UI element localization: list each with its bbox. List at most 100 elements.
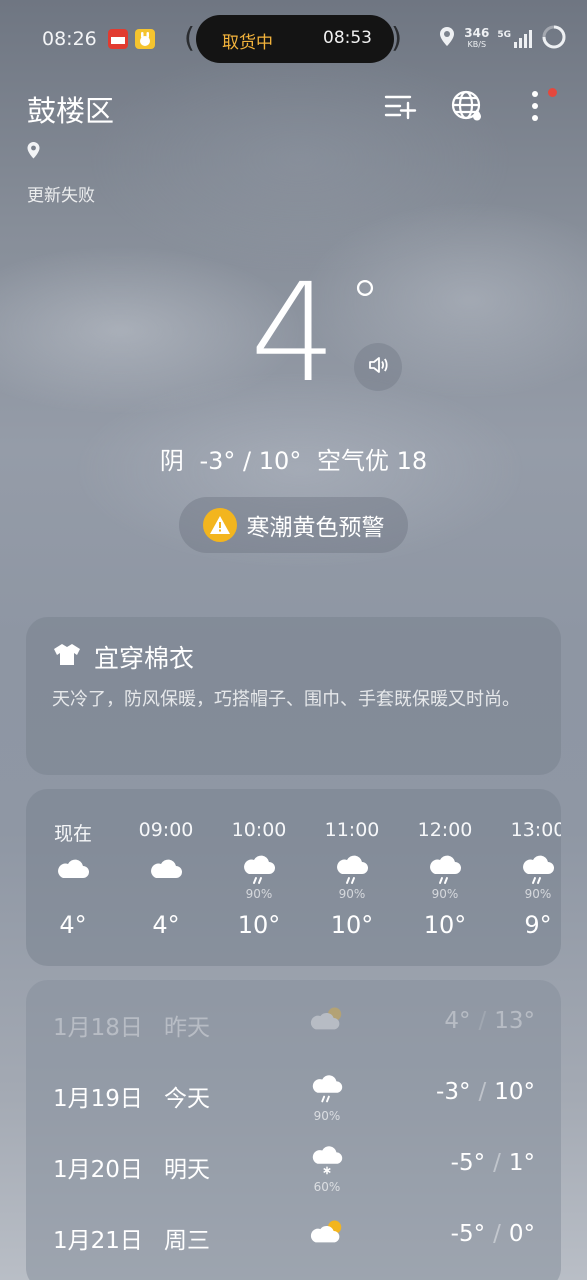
hourly-precip: 90%: [245, 887, 273, 901]
city-name[interactable]: 鼓楼区: [27, 88, 114, 130]
daily-date: 1月18日: [53, 1015, 143, 1041]
temp-separator: /: [493, 1150, 501, 1176]
daily-high: 13°: [494, 1008, 535, 1034]
rain-icon: [425, 854, 465, 886]
location-status-icon: [438, 26, 456, 52]
warning-text: 寒潮黄色预警: [246, 515, 385, 541]
hourly-time: 现在: [53, 823, 92, 845]
net-type: 5G: [497, 30, 511, 40]
cloud-icon: [146, 854, 186, 886]
hourly-time: 13:00: [510, 819, 561, 841]
bunny-app-icon: [135, 29, 155, 49]
daily-low: -5°: [450, 1150, 486, 1176]
daily-day-name: 明天: [164, 1157, 210, 1183]
more-icon: [531, 90, 539, 126]
partly-cloudy-icon: [308, 1215, 346, 1247]
daily-low: -5°: [450, 1221, 486, 1247]
notification-dot: [548, 88, 557, 97]
location-pin-icon: [26, 141, 41, 164]
cloud-icon: [53, 854, 93, 886]
hourly-precip: 90%: [338, 887, 366, 901]
daily-day-name: 今天: [164, 1086, 210, 1112]
daily-date: 1月21日: [53, 1228, 143, 1254]
dressing-description: 天冷了，防风保暖，巧搭帽子、围巾、手套既保暖又时尚。: [52, 689, 520, 710]
temp-separator: /: [478, 1079, 487, 1105]
status-time: 08:26: [42, 28, 97, 50]
net-speed-value: 346: [464, 26, 490, 40]
globe-button[interactable]: [447, 88, 487, 128]
hourly-temp: 9°: [524, 911, 552, 939]
hourly-time: 12:00: [417, 819, 473, 841]
hourly-temp: 10°: [330, 911, 374, 939]
daily-low: -3°: [436, 1079, 471, 1105]
add-city-icon: [383, 92, 417, 124]
daily-high: 0°: [508, 1221, 535, 1247]
island-right-bracket: ): [391, 21, 402, 54]
condition: 阴: [159, 447, 184, 475]
net-speed-unit: KB/S: [467, 40, 487, 49]
daily-high: 10°: [494, 1079, 535, 1105]
hourly-temp: 4°: [152, 911, 180, 939]
add-city-button[interactable]: [380, 88, 420, 128]
news-app-icon: [108, 29, 128, 49]
speaker-icon: [366, 353, 390, 381]
temp-separator: /: [478, 1008, 487, 1034]
dressing-title: 宜穿棉衣: [94, 644, 195, 673]
daily-forecast[interactable]: 1月18日 昨天 4° / 13° 1月19日 今天 90% -3° / 10° 1月20日 明天 60%…: [26, 980, 561, 1280]
dressing-title-row: 宜穿棉衣: [52, 639, 194, 675]
partly-cloudy-icon: [308, 1002, 346, 1034]
daily-temps: 4° / 13°: [444, 1008, 535, 1034]
net-speed: 346 KB/S: [464, 26, 490, 50]
globe-icon: [450, 89, 484, 127]
island-time: 08:53: [323, 28, 372, 48]
rain-icon: [518, 854, 558, 886]
battery-ring-icon: [541, 24, 567, 54]
daily-temps: -5° / 0°: [451, 1221, 535, 1247]
degree-symbol: °: [350, 268, 380, 338]
daily-precip: 90%: [313, 1109, 341, 1123]
temp-separator: /: [493, 1221, 501, 1247]
shirt-icon: [52, 642, 82, 672]
hourly-forecast[interactable]: 现在 4° 09:00 4° 10:00 90% 10° 11:00 90% 10° 12:00 90…: [26, 789, 561, 966]
status-indicators: 346 KB/S 5G: [438, 24, 567, 54]
daily-low: 4°: [444, 1008, 471, 1034]
update-status: 更新失败: [27, 186, 95, 206]
rain-icon: [332, 854, 372, 886]
rain-icon: [308, 1073, 346, 1105]
rain-icon: [239, 854, 279, 886]
hourly-temp: 4°: [59, 911, 87, 939]
daily-row[interactable]: 1月19日 今天 90% -3° / 10°: [26, 1063, 561, 1133]
current-temperature: 4: [250, 255, 337, 413]
daily-row[interactable]: 1月18日 昨天 4° / 13°: [26, 992, 561, 1062]
daily-temps: -5° / 1°: [451, 1150, 535, 1176]
island-pill: 取货中 08:53: [196, 15, 394, 63]
daily-day-name: 周三: [164, 1228, 210, 1254]
daily-day-name: 昨天: [164, 1015, 210, 1041]
voice-broadcast-button[interactable]: [354, 343, 402, 391]
daily-date: 1月20日: [53, 1157, 143, 1183]
dressing-card[interactable]: 宜穿棉衣 天冷了，防风保暖，巧搭帽子、围巾、手套既保暖又时尚。: [26, 617, 561, 775]
warning-icon: [202, 508, 237, 542]
weather-warning-badge[interactable]: 寒潮黄色预警: [179, 497, 408, 553]
daily-temps: -3° / 10°: [436, 1079, 535, 1105]
hourly-time: 09:00: [138, 819, 194, 841]
daily-row[interactable]: 1月20日 明天 60% -5° / 1°: [26, 1134, 561, 1204]
hourly-precip: 90%: [524, 887, 552, 901]
snow-icon: [308, 1144, 346, 1176]
hourly-temp: 10°: [423, 911, 467, 939]
daily-date: 1月19日: [53, 1086, 143, 1112]
island-label: 取货中: [222, 33, 273, 53]
island-left-bracket: (: [184, 21, 195, 54]
hourly-time: 10:00: [231, 819, 287, 841]
weather-summary: 阴 -3° / 10° 空气优 18: [0, 441, 587, 476]
daily-precip: 60%: [313, 1180, 341, 1194]
signal-icon: 5G: [497, 30, 533, 48]
air-quality[interactable]: 空气优 18: [317, 447, 427, 475]
dynamic-island[interactable]: ( 取货中 08:53 ): [184, 15, 402, 63]
daily-high: 1°: [508, 1150, 535, 1176]
temp-range: -3° / 10°: [199, 447, 302, 475]
daily-row[interactable]: 1月21日 周三 -5° / 0°: [26, 1205, 561, 1275]
hourly-precip: 90%: [431, 887, 459, 901]
hourly-time: 11:00: [324, 819, 380, 841]
hourly-temp: 10°: [237, 911, 281, 939]
